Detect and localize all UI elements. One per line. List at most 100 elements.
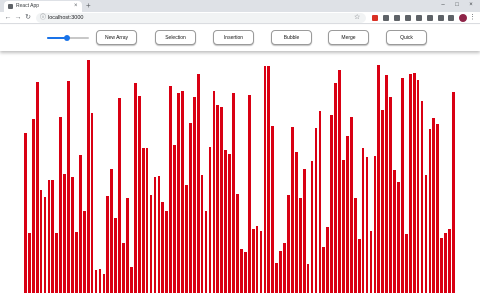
quick-sort-button[interactable]: Quick [386,30,427,45]
array-bar [291,127,294,293]
array-bar [114,218,118,293]
array-bar [192,97,196,293]
browser-menu-icon[interactable]: ⋮ [469,13,476,23]
array-bar [82,211,86,293]
reload-icon[interactable]: ↻ [24,13,32,23]
array-bar [428,129,432,293]
array-bar [204,211,208,293]
array-bar [357,239,361,293]
array-bar [110,169,114,293]
array-bar [35,82,39,293]
array-bar [361,148,365,293]
array-size-slider[interactable] [47,35,89,41]
array-bar [177,93,180,293]
array-bar [440,238,443,293]
array-bar [51,180,55,293]
array-bar [287,195,290,293]
minimize-icon[interactable]: – [436,1,450,9]
new-array-button[interactable]: New Array [96,30,137,45]
array-bar [369,231,373,293]
profile-avatar[interactable] [459,14,467,22]
address-bar[interactable]: ⓘ localhost:3000 ☆ [36,13,366,23]
array-bar [188,123,192,293]
extension-icon[interactable] [427,15,433,21]
array-bar [122,243,125,293]
array-bar [216,105,220,293]
array-bar [126,198,129,293]
browser-toolbar: ← → ↻ ⓘ localhost:3000 ☆ ⋮ [0,12,480,24]
bubble-sort-button[interactable]: Bubble [271,30,312,45]
array-bar [71,177,74,293]
tab-close-icon[interactable]: × [74,2,78,10]
array-bar [31,119,35,293]
array-bar [298,198,302,293]
controls-bar: New Array Selection Insertion Bubble Mer… [0,25,480,51]
new-tab-icon[interactable]: + [86,1,91,11]
array-bar [165,211,169,293]
browser-tab[interactable]: React App × [4,1,82,12]
extension-icon[interactable] [383,15,389,21]
array-bar [334,83,337,293]
array-bar [240,249,243,293]
extension-icon[interactable] [394,15,400,21]
array-bar [330,115,334,293]
array-bar [381,110,385,293]
array-bar [255,226,259,293]
array-bar [271,126,275,293]
array-bar [294,152,298,293]
array-bar [55,233,59,293]
array-bar [98,269,102,293]
array-bar [220,107,224,293]
array-bars [24,51,456,293]
array-bar [346,136,349,293]
react-favicon-icon [8,4,13,9]
array-bar [353,198,357,293]
array-bar [196,74,200,293]
extension-icon[interactable] [405,15,411,21]
extension-icon[interactable] [448,15,454,21]
array-bar [27,233,31,293]
array-bar [401,78,404,293]
array-bar [133,83,137,293]
array-bar [247,95,251,293]
extension-icon[interactable] [372,15,378,21]
array-bar [326,227,330,293]
array-bar [420,101,424,293]
array-bar [75,232,78,293]
array-bar [243,252,247,293]
extension-icon[interactable] [416,15,422,21]
array-bar [365,157,369,293]
slider-thumb[interactable] [64,35,71,41]
array-bar [275,263,279,293]
extension-icon[interactable] [438,15,444,21]
array-bar [94,270,98,293]
forward-icon[interactable]: → [14,13,22,23]
array-bar [338,70,341,293]
array-bar [59,117,63,293]
array-bar [385,75,389,293]
array-bar [78,155,82,293]
array-bar [141,148,145,293]
array-bar [118,98,121,293]
array-bar [169,86,173,293]
array-bar [259,231,263,293]
back-icon[interactable]: ← [4,13,12,23]
array-bar [228,154,231,293]
array-bar [318,111,322,293]
array-bar [157,176,161,293]
bookmark-star-icon[interactable]: ☆ [354,13,360,23]
array-bar [444,233,447,293]
array-bar [448,229,451,293]
array-bar [106,196,110,293]
selection-sort-button[interactable]: Selection [155,30,196,45]
array-bar [389,97,392,293]
url-text[interactable]: localhost:3000 [48,13,83,23]
merge-sort-button[interactable]: Merge [328,30,369,45]
array-bar [212,91,216,293]
site-info-icon[interactable]: ⓘ [40,13,46,23]
array-bar [436,124,440,293]
maximize-icon[interactable]: □ [450,1,464,9]
insertion-sort-button[interactable]: Insertion [213,30,254,45]
array-bar [322,247,326,293]
window-close-icon[interactable]: × [464,1,478,9]
